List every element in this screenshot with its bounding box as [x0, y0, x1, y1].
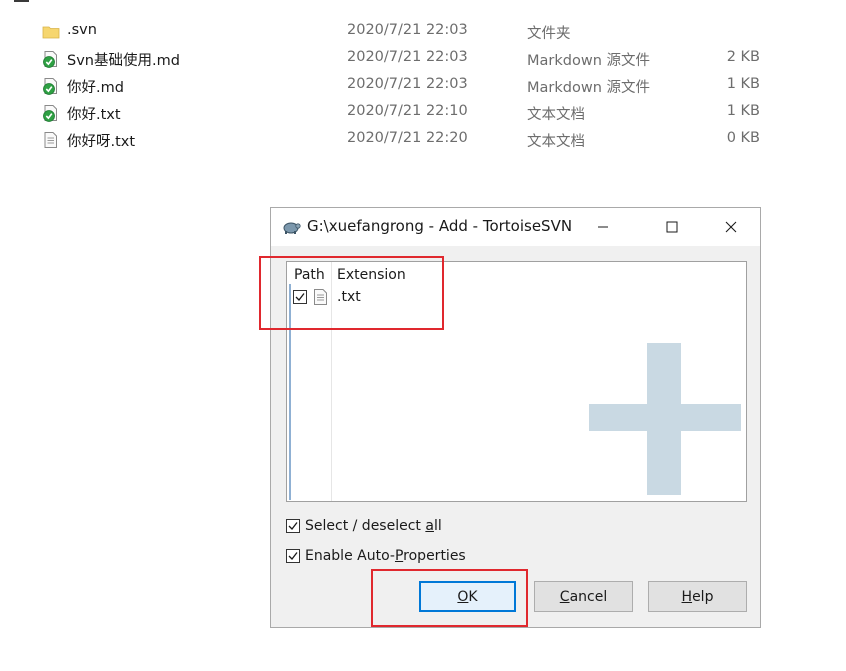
- checkmark-icon: [288, 552, 298, 560]
- select-all-checkbox-box[interactable]: [286, 519, 300, 533]
- file-date: 2020/7/21 22:03: [347, 22, 468, 38]
- plus-watermark-icon: [589, 343, 741, 495]
- corner-mark: [14, 0, 29, 2]
- file-date: 2020/7/21 22:20: [347, 130, 468, 146]
- help-button[interactable]: Help: [648, 581, 747, 612]
- file-row[interactable]: .svn 2020/7/21 22:03 文件夹: [0, 18, 846, 45]
- file-name[interactable]: Svn基础使用.md: [67, 49, 180, 70]
- file-type: Markdown 源文件: [527, 80, 650, 96]
- minimize-button[interactable]: [580, 208, 626, 246]
- select-all-checkbox[interactable]: Select / deselect all: [286, 517, 442, 535]
- highlight-box-extension-list: [259, 256, 444, 330]
- file-name[interactable]: 你好呀.txt: [67, 130, 135, 151]
- checkmark-icon: [288, 522, 298, 530]
- dialog-title: G:\xuefangrong - Add - TortoiseSVN: [307, 217, 573, 235]
- text-file-icon: [42, 131, 60, 149]
- file-name[interactable]: 你好.md: [67, 76, 124, 97]
- auto-properties-label: Enable Auto-Properties: [305, 548, 466, 564]
- auto-properties-checkbox[interactable]: Enable Auto-Properties: [286, 547, 466, 565]
- file-row[interactable]: 你好.md 2020/7/21 22:03 Markdown 源文件 1 KB: [0, 72, 846, 99]
- svn-normal-overlay-icon: [42, 77, 60, 95]
- file-date: 2020/7/21 22:03: [347, 49, 468, 65]
- folder-icon: [42, 23, 60, 41]
- file-size: 1 KB: [726, 103, 760, 119]
- file-size: 1 KB: [726, 76, 760, 92]
- file-row[interactable]: 你好呀.txt 2020/7/21 22:20 文本文档 0 KB: [0, 126, 846, 153]
- file-row[interactable]: Svn基础使用.md 2020/7/21 22:03 Markdown 源文件 2 K…: [0, 45, 846, 72]
- file-row[interactable]: 你好.txt 2020/7/21 22:10 文本文档 1 KB: [0, 99, 846, 126]
- cancel-button[interactable]: Cancel: [534, 581, 633, 612]
- file-type: Markdown 源文件: [527, 53, 650, 69]
- close-icon: [725, 221, 737, 233]
- file-type: 文本文档: [527, 107, 585, 123]
- dialog-titlebar[interactable]: G:\xuefangrong - Add - TortoiseSVN: [271, 208, 760, 246]
- file-type: 文件夹: [527, 26, 571, 42]
- highlight-box-ok-button: [371, 569, 528, 627]
- file-date: 2020/7/21 22:03: [347, 76, 468, 92]
- auto-properties-checkbox-box[interactable]: [286, 549, 300, 563]
- file-date: 2020/7/21 22:10: [347, 103, 468, 119]
- file-name[interactable]: 你好.txt: [67, 103, 121, 124]
- svn-normal-overlay-icon: [42, 104, 60, 122]
- close-button[interactable]: [708, 208, 754, 246]
- file-type: 文本文档: [527, 134, 585, 150]
- tortoise-icon: [281, 218, 301, 236]
- minimize-icon: [598, 226, 608, 228]
- maximize-button[interactable]: [649, 208, 695, 246]
- select-all-label: Select / deselect all: [305, 518, 442, 534]
- svn-normal-overlay-icon: [42, 50, 60, 68]
- file-name[interactable]: .svn: [67, 22, 97, 38]
- file-size: 2 KB: [726, 49, 760, 65]
- file-size: 0 KB: [726, 130, 760, 146]
- maximize-icon: [666, 221, 678, 233]
